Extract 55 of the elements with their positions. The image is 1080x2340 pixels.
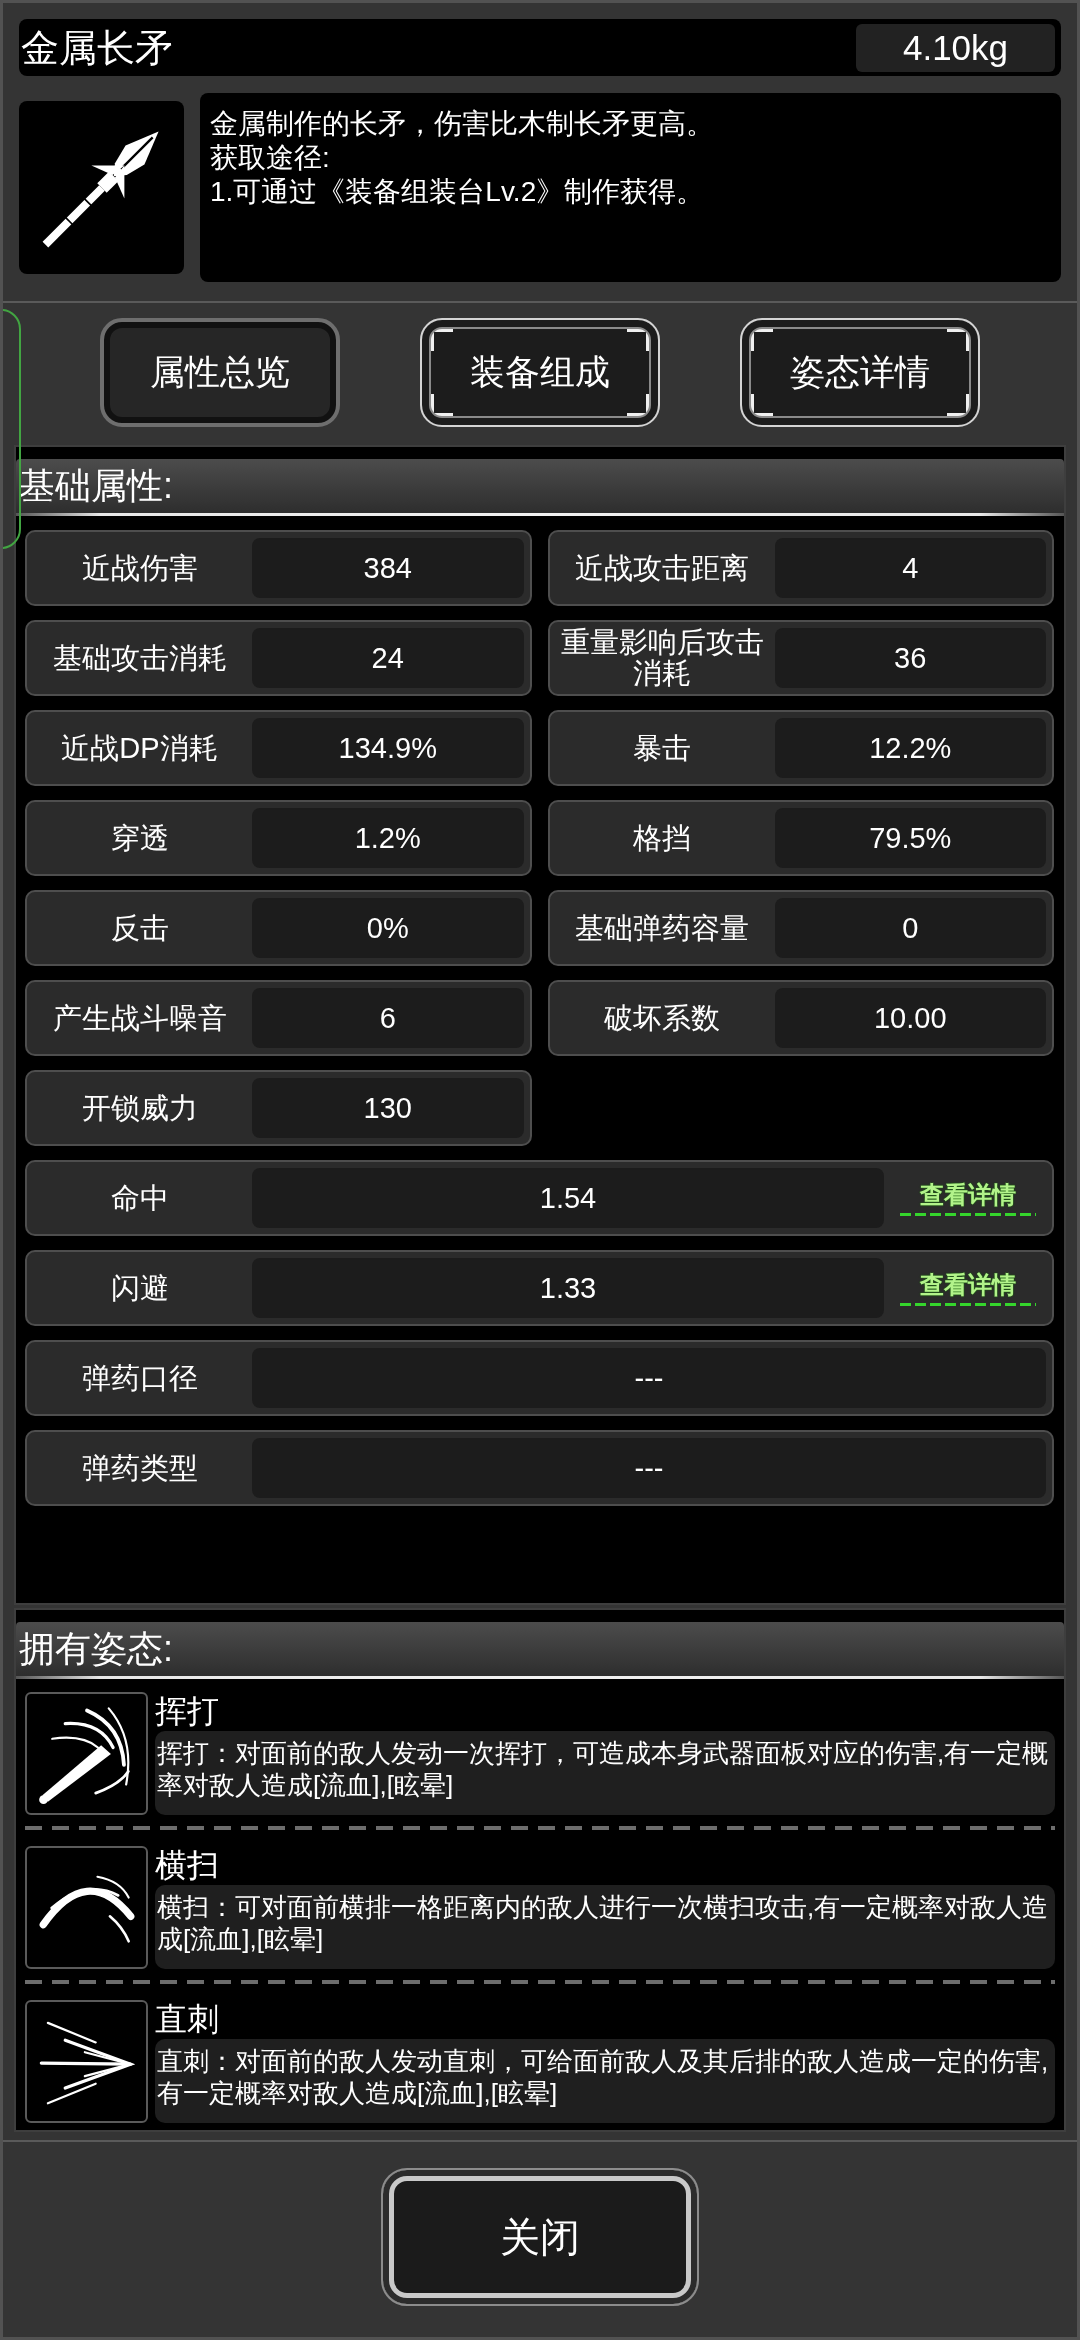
stat-label: 反击 xyxy=(109,910,170,946)
stat-label: 开锁威力 xyxy=(80,1090,199,1126)
stance-name: 挥打 xyxy=(155,1692,220,1731)
stat-label: 基础弹药容量 xyxy=(574,910,750,946)
stat-value: 1.54 xyxy=(252,1168,884,1228)
stat-label: 格挡 xyxy=(632,820,692,856)
stat-label: 近战DP消耗 xyxy=(60,730,219,766)
stat-value: 24 xyxy=(252,628,524,688)
stat-label: 暴击 xyxy=(632,730,692,766)
stat-value: 12.2% xyxy=(774,718,1046,778)
stat-value: 79.5% xyxy=(774,808,1046,868)
stat-label: 弹药口径 xyxy=(80,1360,199,1396)
stance-description: 挥打：对面前的敌人发动一次挥打，可造成本身武器面板对应的伤害,有一定概率对敌人造成[流血],[眩晕] xyxy=(155,1731,1055,1815)
stat-label: 产生战斗噪音 xyxy=(51,1000,228,1036)
section-header: 基础属性: xyxy=(16,459,1064,516)
section-header: 拥有姿态: xyxy=(16,1622,1064,1679)
stat-value: 4 xyxy=(774,538,1046,598)
stat-label: 命中 xyxy=(109,1180,170,1216)
stat-label: 重量影响后攻击消耗 xyxy=(559,628,765,688)
club-swing-icon xyxy=(25,1692,148,1815)
stat-value: 1.2% xyxy=(252,808,524,868)
stat-value: --- xyxy=(252,1438,1046,1498)
stance-description: 直刺：对面前的敌人发动直刺，可给面前敌人及其后排的敌人造成一定的伤害,有一定概率对敌人造成[流血],[眩晕] xyxy=(155,2039,1055,2123)
tab-button[interactable]: 属性总览 xyxy=(100,318,340,427)
stat-value: 10.00 xyxy=(774,988,1046,1048)
arc-slash-icon xyxy=(25,1846,148,1969)
stat-value: 6 xyxy=(252,988,524,1048)
details-link[interactable]: 查看详情 xyxy=(900,1270,1036,1306)
stat-value: --- xyxy=(252,1348,1046,1408)
stance-name: 横扫 xyxy=(155,1846,220,1885)
stat-value: 0% xyxy=(252,898,524,958)
stat-value: 384 xyxy=(252,538,524,598)
stat-label: 闪避 xyxy=(109,1270,170,1306)
stat-label: 近战攻击距离 xyxy=(574,550,750,586)
stance-name: 直刺 xyxy=(155,2000,220,2039)
details-link[interactable]: 查看详情 xyxy=(900,1180,1036,1216)
item-description: 金属制作的长矛，伤害比木制长矛更高。 获取途径: 1.可通过《装备组装台Lv.2》制作获得。 xyxy=(210,107,715,209)
tab-button[interactable]: 姿态详情 xyxy=(740,318,980,427)
stat-value: 0 xyxy=(774,898,1046,958)
spear-icon xyxy=(19,101,184,274)
stat-label: 破坏系数 xyxy=(603,1000,721,1036)
stat-label: 穿透 xyxy=(109,820,170,856)
close-button[interactable]: 关闭 xyxy=(381,2168,699,2306)
stance-description: 横扫：可对面前横排一格距离内的敌人进行一次横扫攻击,有一定概率对敌人造成[流血],[眩晕] xyxy=(155,1885,1055,1969)
item-weight: 4.10kg xyxy=(856,23,1055,72)
stat-value: 1.33 xyxy=(252,1258,884,1318)
stat-label: 近战伤害 xyxy=(80,550,199,586)
thrust-streaks-icon xyxy=(25,2000,148,2123)
stat-label: 弹药类型 xyxy=(80,1450,199,1486)
item-name: 金属长矛 xyxy=(21,25,173,70)
stat-value: 36 xyxy=(774,628,1046,688)
tab-button[interactable]: 装备组成 xyxy=(420,318,660,427)
stat-label: 基础攻击消耗 xyxy=(51,640,228,676)
stat-value: 130 xyxy=(252,1078,524,1138)
stat-value: 134.9% xyxy=(252,718,524,778)
